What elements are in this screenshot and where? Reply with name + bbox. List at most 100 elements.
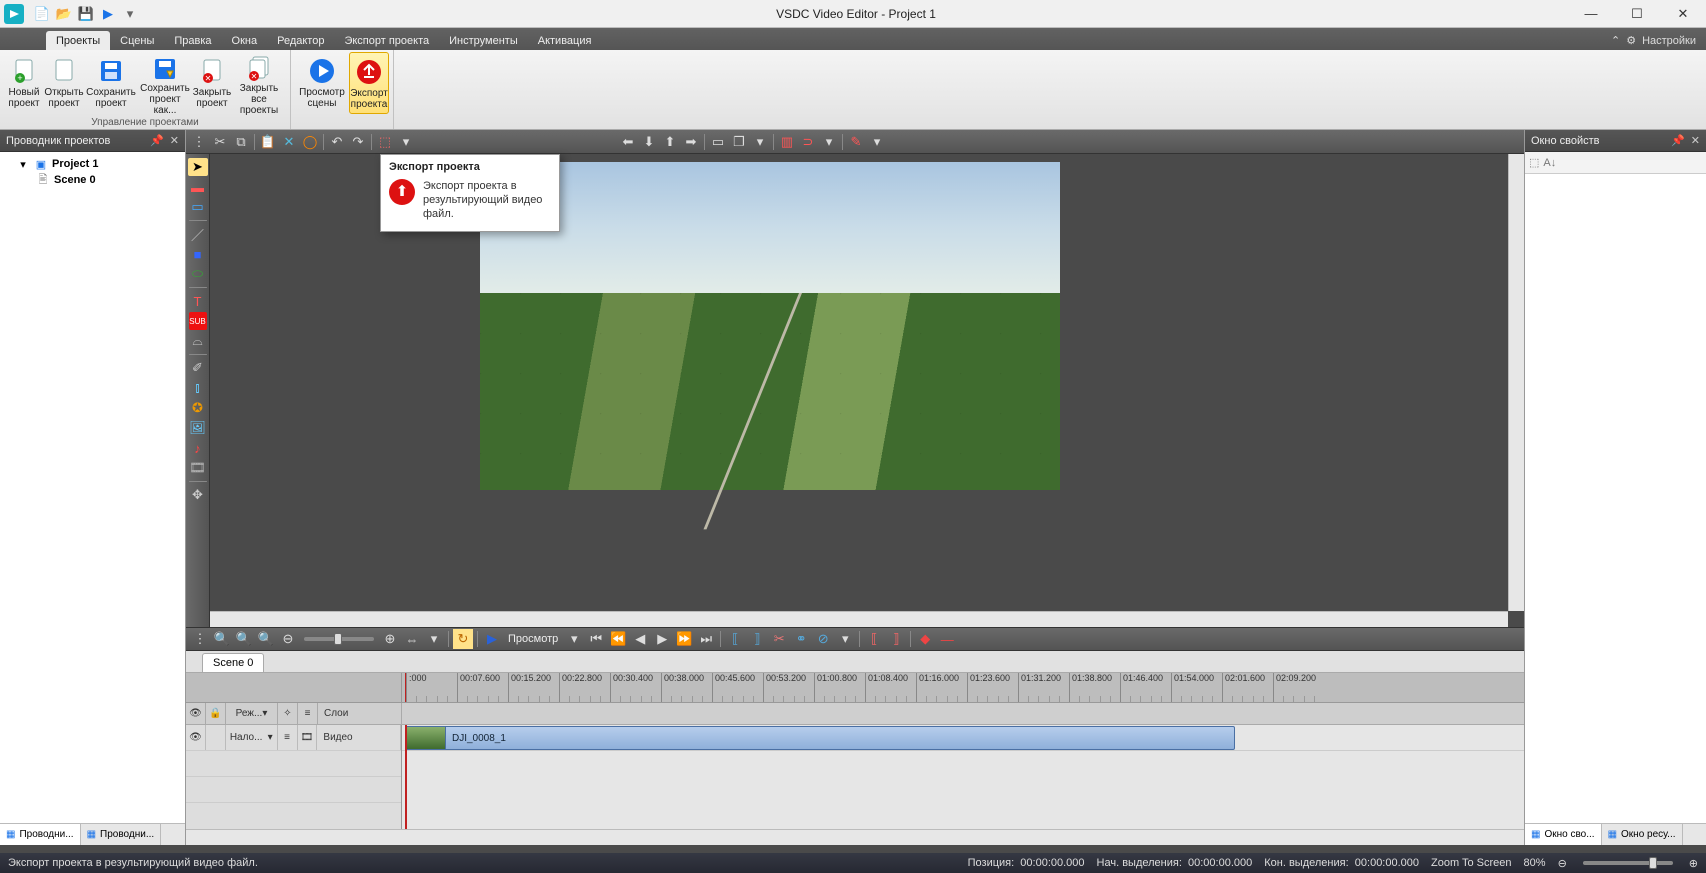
tooltip-tool-icon[interactable]: ⌓ [188,332,208,350]
marker-del-icon[interactable]: — [937,629,957,649]
guides-icon[interactable]: ▾ [819,132,839,152]
loop-icon[interactable]: ↻ [453,629,473,649]
step-fwd-icon[interactable]: ⏩ [674,629,694,649]
close-project-button[interactable]: ✕ Закрыть проект [192,52,232,114]
menu-icon[interactable]: ▾ [396,132,416,152]
cursor-tool-icon[interactable]: ➤ [188,158,208,176]
track-film-icon[interactable]: 🎞 [298,725,318,750]
line-tool-icon[interactable]: ／ [188,225,208,243]
tab-props[interactable]: ▦Окно сво... [1525,824,1602,845]
drag-handle-icon[interactable]: ⋮ [189,132,209,152]
split-right-icon[interactable]: ⟧ [747,629,767,649]
zoom-plus-icon[interactable]: ⊕ [380,629,400,649]
export-project-button[interactable]: Экспорт проекта [349,52,389,114]
categorize-icon[interactable]: ⬚ [1529,156,1539,169]
preview-scene-button[interactable]: Просмотр сцены [295,52,349,114]
chevron-down-icon[interactable]: ▾ [268,732,273,743]
timeline-clip[interactable]: DJI_0008_1 [405,726,1235,750]
open-project-button[interactable]: Открыть проект [44,52,84,114]
save-as-button[interactable]: Сохранить проект как... [138,52,192,114]
scene-tab-0[interactable]: Scene 0 [202,653,264,672]
marker-add-icon[interactable]: ◆ [915,629,935,649]
drag-handle-icon[interactable]: ⋮ [190,629,210,649]
zoom-fit-icon[interactable]: 🔍 [256,629,276,649]
tab-projects[interactable]: Проекты [46,31,110,50]
go-start-icon[interactable]: ⏮ [586,629,606,649]
go-end-icon[interactable]: ⏭ [696,629,716,649]
tab-activation[interactable]: Активация [528,31,602,50]
cut-clip-icon[interactable]: ✂ [769,629,789,649]
tree-scene[interactable]: 🖹 Scene 0 [6,172,179,188]
group-icon[interactable]: ▭ [708,132,728,152]
close-panel-icon[interactable]: ✕ [1691,134,1700,147]
col-visible-icon[interactable]: 👁 [186,703,206,724]
tab-explorer-2[interactable]: ▦Проводни... [81,824,162,845]
fit-width-icon[interactable]: ⇔ [402,629,422,649]
music-tool-icon[interactable]: ♪ [188,439,208,457]
prev-frame-icon[interactable]: ◀ [630,629,650,649]
more-play-icon[interactable]: ▾ [564,629,584,649]
project-tree[interactable]: ▾ ▣ Project 1 🖹 Scene 0 [0,152,185,823]
tab-scenes[interactable]: Сцены [110,31,164,50]
status-zoom-label[interactable]: Zoom To Screen [1431,857,1512,869]
zoom-in-icon[interactable]: 🔍 [212,629,232,649]
tab-editor[interactable]: Редактор [267,31,334,50]
playhead-line[interactable] [405,725,407,829]
split-left-icon[interactable]: ⟦ [725,629,745,649]
trim-l-icon[interactable]: ⟦ [864,629,884,649]
pin-icon[interactable]: 📌 [1671,134,1685,147]
snap-icon[interactable]: ▥ [777,132,797,152]
col-fx-icon[interactable]: ✧ [278,703,298,724]
image-tool-icon[interactable]: ▭ [188,198,208,216]
qat-play-icon[interactable]: ▶ [98,4,118,24]
marker-icon[interactable]: ✎ [846,132,866,152]
col-mode[interactable]: Реж... ▾ [226,703,278,724]
zoom-minus-icon[interactable]: ⊖ [278,629,298,649]
more-icon[interactable]: ▾ [750,132,770,152]
tab-resources[interactable]: ▦Окно ресу... [1602,824,1683,845]
qat-menu-icon[interactable]: ▾ [120,4,140,24]
align-right-icon[interactable]: ➡ [681,132,701,152]
tab-windows[interactable]: Окна [222,31,268,50]
zoom-minus-icon[interactable]: ⊖ [1558,857,1567,870]
pin-icon[interactable]: 📌 [150,134,164,147]
minimize-button[interactable]: — [1568,0,1614,28]
text-tool-icon[interactable]: T [188,292,208,310]
qat-open-icon[interactable]: 📂 [54,4,74,24]
more-zoom-icon[interactable]: ▾ [424,629,444,649]
collapse-icon[interactable]: ▾ [16,157,30,171]
tab-explorer-1[interactable]: ▦Проводни... [0,824,81,845]
person-tool-icon[interactable]: ✪ [188,399,208,417]
copy-icon[interactable]: ⧉ [231,132,251,152]
move-tool-icon[interactable]: ✥ [188,486,208,504]
tab-export[interactable]: Экспорт проекта [334,31,439,50]
trim-r-icon[interactable]: ⟧ [886,629,906,649]
close-panel-icon[interactable]: ✕ [170,134,179,147]
tab-tools[interactable]: Инструменты [439,31,528,50]
more-tl-icon[interactable]: ▾ [835,629,855,649]
col-lock-icon[interactable]: 🔒 [206,703,226,724]
align-left-icon[interactable]: ⬅ [618,132,638,152]
sort-icon[interactable]: A↓ [1543,157,1556,169]
redo-icon[interactable]: ↷ [348,132,368,152]
pen-tool-icon[interactable]: ✐ [188,359,208,377]
close-all-button[interactable]: ✕ Закрыть все проекты [232,52,286,114]
audio-tool-icon[interactable]: 🖼 [188,419,208,437]
zoom-plus-icon[interactable]: ⊕ [1689,857,1698,870]
preview-canvas[interactable] [480,162,1060,490]
delete-icon[interactable]: ✕ [279,132,299,152]
unlink-icon[interactable]: ⊘ [813,629,833,649]
preview-vscroll[interactable] [1508,154,1524,611]
stack-icon[interactable]: ❐ [729,132,749,152]
tab-edit[interactable]: Правка [164,31,221,50]
col-layers[interactable]: Слои [318,703,402,724]
ellipse-tool-icon[interactable]: ⬭ [188,265,208,283]
select-icon[interactable]: ⬚ [375,132,395,152]
preview-hscroll[interactable] [210,611,1508,627]
timeline-hscroll[interactable] [186,829,1524,845]
paste-icon[interactable]: 📋 [258,132,278,152]
film-tool-icon[interactable]: 🎞 [188,459,208,477]
zoom-slider[interactable] [304,637,374,641]
chart-tool-icon[interactable]: ⫾ [188,379,208,397]
magnet-icon[interactable]: ⊃ [798,132,818,152]
